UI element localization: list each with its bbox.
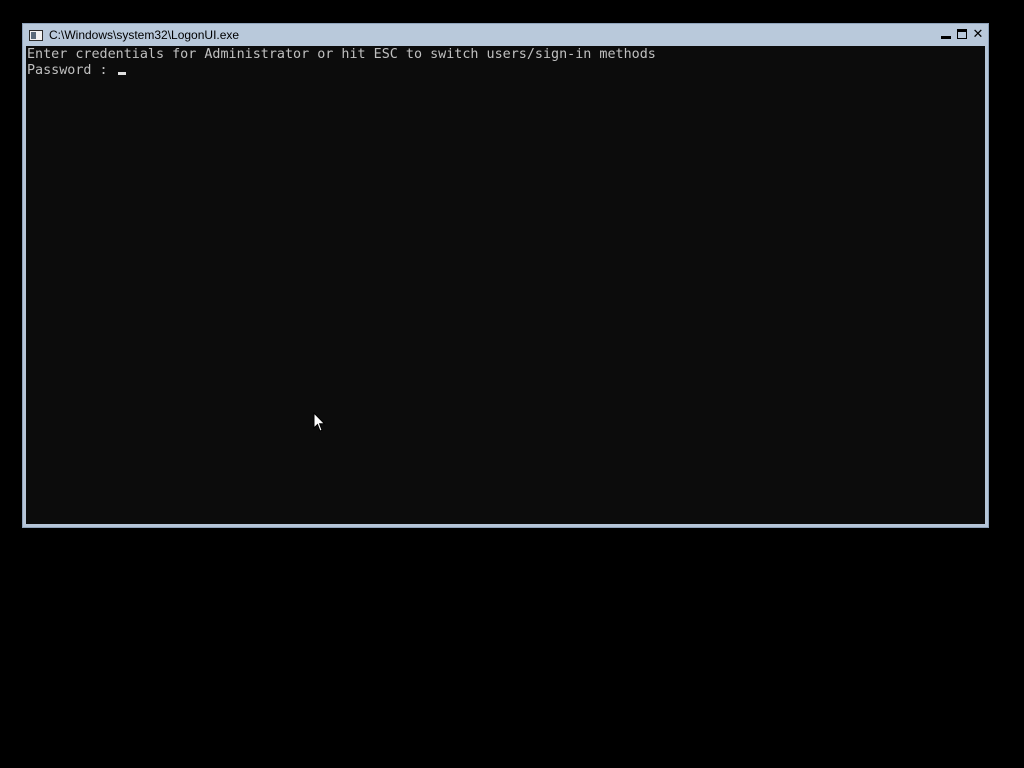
window-title: C:\Windows\system32\LogonUI.exe [49,28,240,42]
close-button[interactable]: ✕ [971,28,985,41]
console-output[interactable]: Enter credentials for Administrator or h… [26,46,985,524]
password-input-caret[interactable] [117,72,126,75]
desktop: C:\Windows\system32\LogonUI.exe ✕ Enter … [0,0,1024,768]
window-titlebar[interactable]: C:\Windows\system32\LogonUI.exe ✕ [23,24,988,46]
minimize-button[interactable] [939,28,953,41]
password-line: Password : [27,63,985,79]
password-label: Password : [27,63,116,78]
credentials-prompt: Enter credentials for Administrator or h… [27,47,656,62]
window-controls: ✕ [939,28,985,41]
console-window-icon[interactable] [29,29,43,41]
mouse-pointer-icon [313,412,326,432]
maximize-button[interactable] [955,28,969,41]
logonui-console-window: C:\Windows\system32\LogonUI.exe ✕ Enter … [22,23,989,528]
